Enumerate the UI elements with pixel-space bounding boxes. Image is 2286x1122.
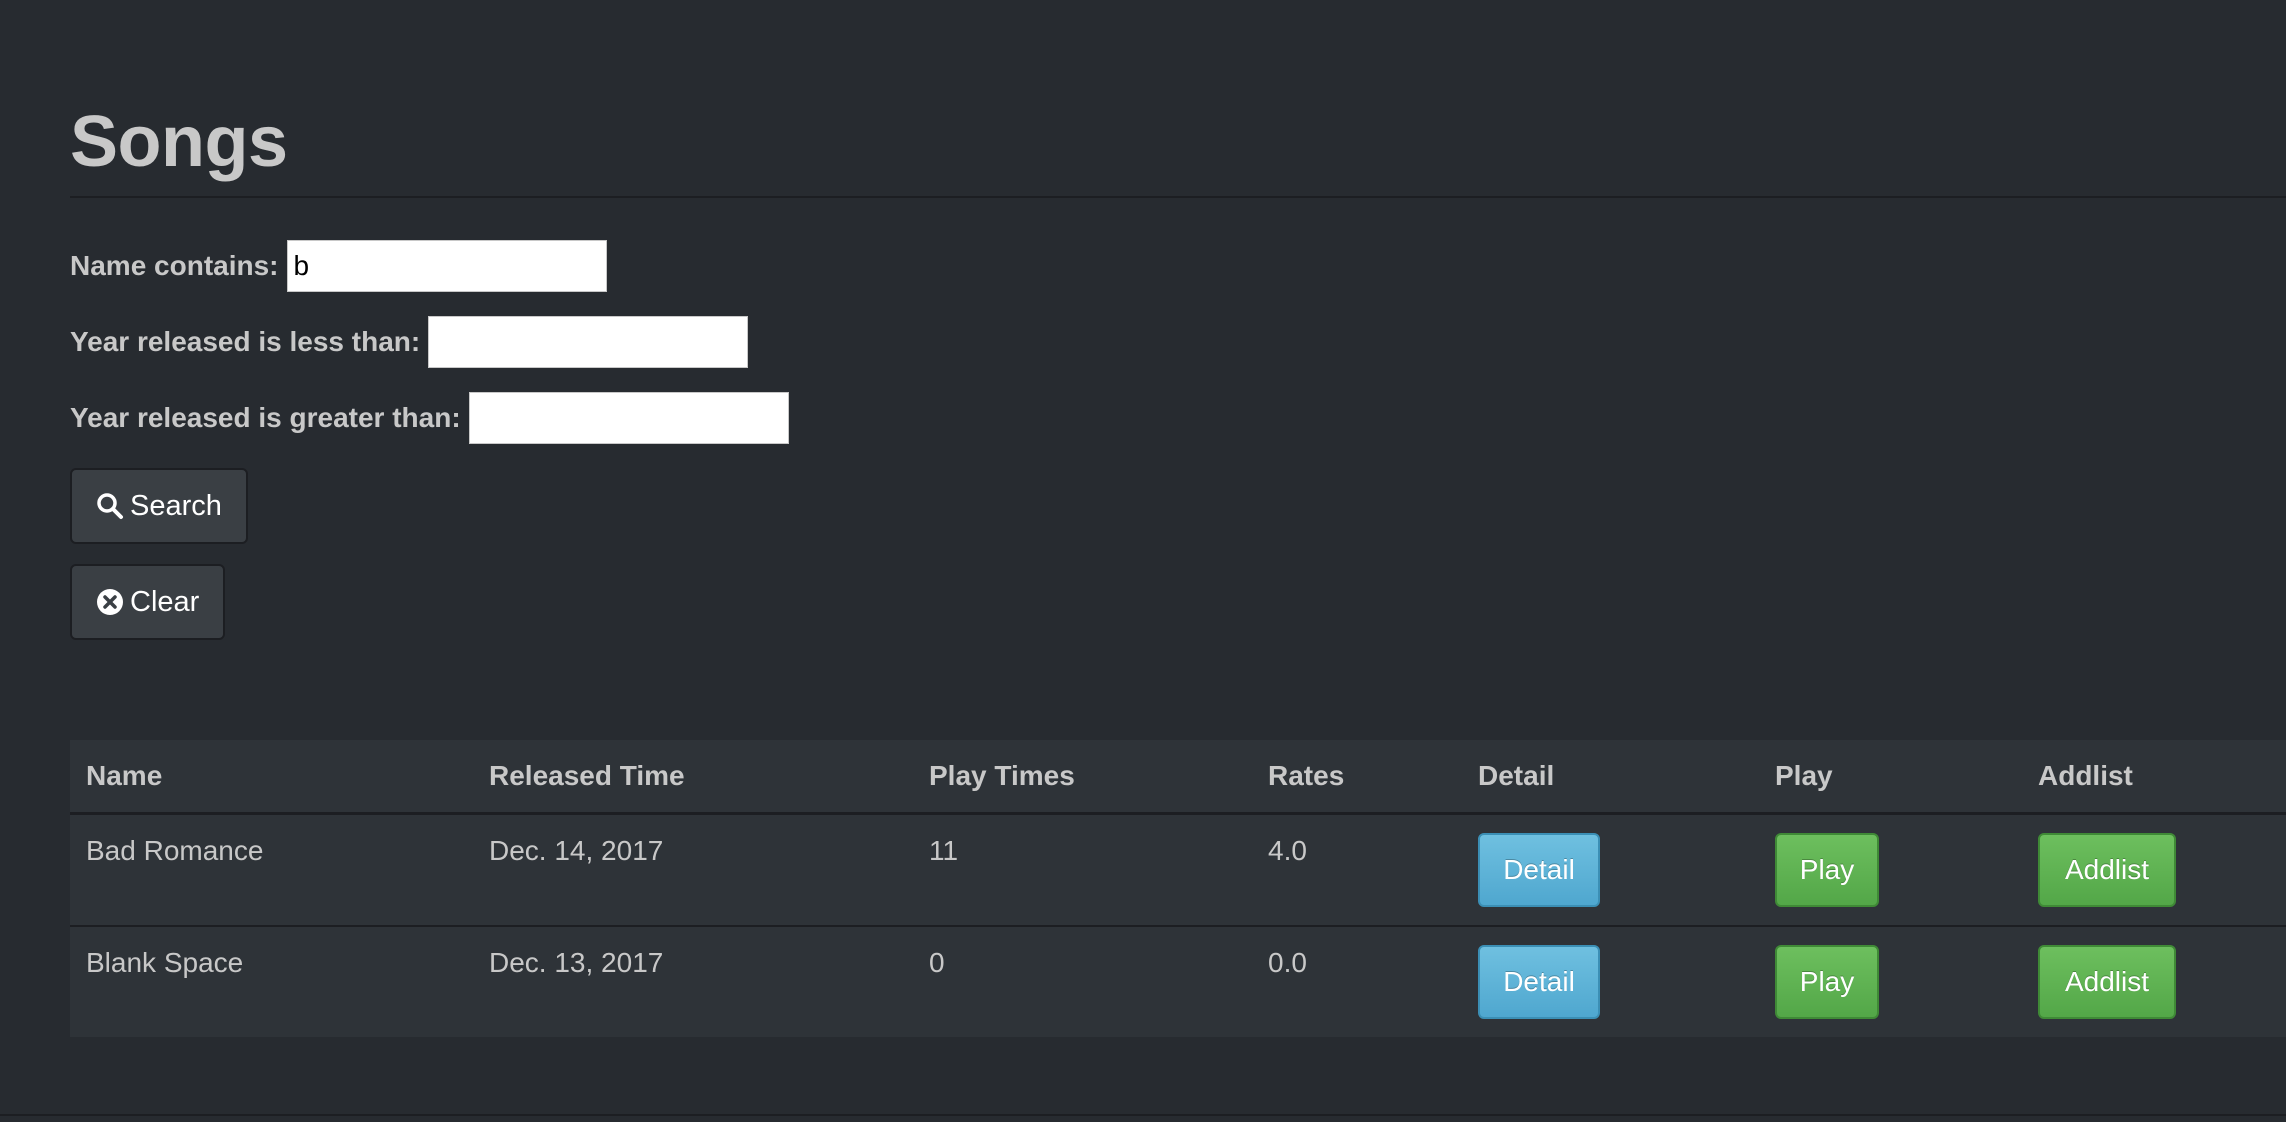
clear-button[interactable]: Clear [70, 564, 226, 640]
play-button[interactable]: Play [1775, 945, 1879, 1019]
title-divider [70, 196, 2286, 198]
header-rates: Rates [1268, 760, 1345, 791]
footer-divider [0, 1114, 2286, 1116]
table-header: Name Released Time Play Times Rates Deta… [70, 740, 2286, 815]
name-contains-input[interactable] [286, 240, 607, 292]
search-button[interactable]: Search [70, 468, 248, 544]
page-title: Songs [70, 102, 288, 182]
rates: 0.0 [1268, 947, 1307, 978]
clear-button-label: Clear [130, 585, 200, 618]
year-lt-filter-label: Year released is less than: [70, 326, 421, 357]
released-time: Dec. 14, 2017 [489, 835, 664, 866]
play-button[interactable]: Play [1775, 833, 1879, 907]
rates: 4.0 [1268, 835, 1307, 866]
play-times: 11 [929, 835, 959, 866]
year-less-than-input[interactable] [428, 316, 749, 368]
search-icon [96, 492, 124, 520]
header-detail: Detail [1478, 760, 1555, 791]
song-name: Bad Romance [86, 835, 264, 866]
year-gt-filter-label: Year released is greater than: [70, 402, 461, 433]
songs-page: Songs Name contains: Year released is le… [0, 0, 2286, 1122]
name-filter-label: Name contains: [70, 250, 279, 281]
year-lt-filter-row: Year released is less than: [70, 316, 749, 368]
play-times: 0 [929, 947, 945, 978]
table-row: Blank Space Dec. 13, 2017 0 0.0 Detail P… [70, 925, 2286, 1037]
table-row: Bad Romance Dec. 14, 2017 11 4.0 Detail … [70, 815, 2286, 925]
detail-button[interactable]: Detail [1478, 833, 1600, 907]
addlist-button[interactable]: Addlist [2038, 833, 2176, 907]
released-time: Dec. 13, 2017 [489, 947, 664, 978]
search-button-label: Search [130, 489, 222, 522]
year-greater-than-input[interactable] [468, 392, 789, 444]
header-play: Play [1775, 760, 1833, 791]
header-released-time: Released Time [489, 760, 685, 791]
header-play-times: Play Times [929, 760, 1075, 791]
header-name: Name [86, 760, 163, 791]
year-gt-filter-row: Year released is greater than: [70, 392, 789, 444]
songs-table: Name Released Time Play Times Rates Deta… [70, 740, 2286, 1037]
addlist-button[interactable]: Addlist [2038, 945, 2176, 1019]
name-filter-row: Name contains: [70, 240, 607, 292]
detail-button[interactable]: Detail [1478, 945, 1600, 1019]
song-name: Blank Space [86, 947, 244, 978]
header-addlist: Addlist [2038, 760, 2133, 791]
times-circle-icon [96, 588, 124, 616]
